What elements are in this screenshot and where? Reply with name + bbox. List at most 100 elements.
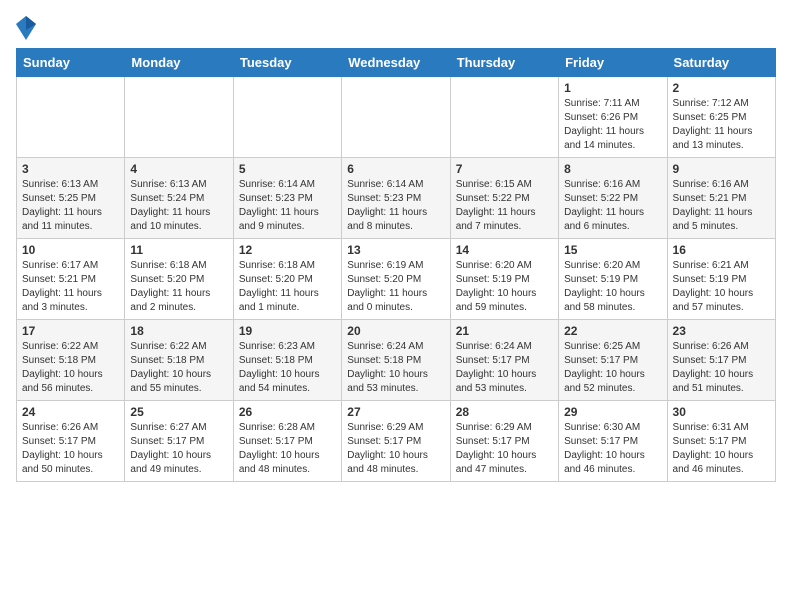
calendar-cell: 10 Sunrise: 6:17 AM Sunset: 5:21 PM Dayli… [17, 239, 125, 320]
weekday-header-thursday: Thursday [450, 49, 558, 77]
day-info: Sunrise: 6:15 AM Sunset: 5:22 PM Dayligh… [456, 178, 553, 234]
day-info: Sunrise: 6:24 AM Sunset: 5:18 PM Dayligh… [347, 340, 444, 396]
day-number: 6 [347, 162, 444, 176]
day-info: Sunrise: 7:12 AM Sunset: 6:25 PM Dayligh… [673, 97, 770, 153]
weekday-header-saturday: Saturday [667, 49, 775, 77]
calendar-cell: 30Sunrise: 6:31 AM Sunset: 5:17 PM Dayli… [667, 401, 775, 482]
day-info: Sunrise: 6:25 AM Sunset: 5:17 PM Dayligh… [564, 340, 661, 396]
day-info: Sunrise: 6:29 AM Sunset: 5:17 PM Dayligh… [456, 421, 553, 477]
calendar-cell: 5 Sunrise: 6:14 AM Sunset: 5:23 PM Daylig… [233, 158, 341, 239]
calendar-cell: 1 Sunrise: 7:11 AM Sunset: 6:26 PM Daylig… [559, 77, 667, 158]
day-number: 4 [130, 162, 227, 176]
day-number: 16 [673, 243, 770, 257]
day-number: 21 [456, 324, 553, 338]
day-info: Sunrise: 6:13 AM Sunset: 5:25 PM Dayligh… [22, 178, 119, 234]
day-number: 26 [239, 405, 336, 419]
calendar-cell: 4 Sunrise: 6:13 AM Sunset: 5:24 PM Daylig… [125, 158, 233, 239]
day-info: Sunrise: 6:24 AM Sunset: 5:17 PM Dayligh… [456, 340, 553, 396]
day-info: Sunrise: 6:18 AM Sunset: 5:20 PM Dayligh… [130, 259, 227, 315]
calendar-cell: 12 Sunrise: 6:18 AM Sunset: 5:20 PM Dayli… [233, 239, 341, 320]
day-number: 14 [456, 243, 553, 257]
calendar-table: SundayMondayTuesdayWednesdayThursdayFrid… [16, 48, 776, 482]
day-info: Sunrise: 6:27 AM Sunset: 5:17 PM Dayligh… [130, 421, 227, 477]
weekday-header-sunday: Sunday [17, 49, 125, 77]
calendar-cell: 26 Sunrise: 6:28 AM Sunset: 5:17 PM Dayli… [233, 401, 341, 482]
calendar-cell: 23Sunrise: 6:26 AM Sunset: 5:17 PM Dayli… [667, 320, 775, 401]
logo [16, 16, 40, 40]
calendar-cell [450, 77, 558, 158]
day-info: Sunrise: 6:14 AM Sunset: 5:23 PM Dayligh… [347, 178, 444, 234]
day-number: 22 [564, 324, 661, 338]
day-number: 17 [22, 324, 119, 338]
calendar-cell: 18Sunrise: 6:22 AM Sunset: 5:18 PM Dayli… [125, 320, 233, 401]
weekday-header-wednesday: Wednesday [342, 49, 450, 77]
calendar-cell: 19 Sunrise: 6:23 AM Sunset: 5:18 PM Dayli… [233, 320, 341, 401]
calendar-cell: 14 Sunrise: 6:20 AM Sunset: 5:19 PM Dayli… [450, 239, 558, 320]
day-number: 12 [239, 243, 336, 257]
day-info: Sunrise: 6:31 AM Sunset: 5:17 PM Dayligh… [673, 421, 770, 477]
day-number: 24 [22, 405, 119, 419]
day-number: 18 [130, 324, 227, 338]
day-info: Sunrise: 6:20 AM Sunset: 5:19 PM Dayligh… [564, 259, 661, 315]
calendar-cell: 20 Sunrise: 6:24 AM Sunset: 5:18 PM Dayli… [342, 320, 450, 401]
day-info: Sunrise: 6:23 AM Sunset: 5:18 PM Dayligh… [239, 340, 336, 396]
calendar-cell: 13 Sunrise: 6:19 AM Sunset: 5:20 PM Dayli… [342, 239, 450, 320]
day-number: 29 [564, 405, 661, 419]
logo-icon [16, 16, 36, 40]
day-number: 15 [564, 243, 661, 257]
day-number: 3 [22, 162, 119, 176]
calendar-cell: 16 Sunrise: 6:21 AM Sunset: 5:19 PM Dayli… [667, 239, 775, 320]
day-number: 13 [347, 243, 444, 257]
calendar-cell [342, 77, 450, 158]
day-info: Sunrise: 6:14 AM Sunset: 5:23 PM Dayligh… [239, 178, 336, 234]
day-number: 20 [347, 324, 444, 338]
calendar-cell [17, 77, 125, 158]
calendar-week-4: 17 Sunrise: 6:22 AM Sunset: 5:18 PM Dayli… [17, 320, 776, 401]
day-info: Sunrise: 6:18 AM Sunset: 5:20 PM Dayligh… [239, 259, 336, 315]
calendar-cell: 28 Sunrise: 6:29 AM Sunset: 5:17 PM Dayli… [450, 401, 558, 482]
day-number: 11 [130, 243, 227, 257]
day-info: Sunrise: 7:11 AM Sunset: 6:26 PM Dayligh… [564, 97, 661, 153]
calendar-cell: 29 Sunrise: 6:30 AM Sunset: 5:17 PM Dayli… [559, 401, 667, 482]
page-header [16, 16, 776, 40]
day-info: Sunrise: 6:28 AM Sunset: 5:17 PM Dayligh… [239, 421, 336, 477]
calendar-cell: 25Sunrise: 6:27 AM Sunset: 5:17 PM Dayli… [125, 401, 233, 482]
weekday-header-monday: Monday [125, 49, 233, 77]
day-number: 19 [239, 324, 336, 338]
calendar-cell: 24 Sunrise: 6:26 AM Sunset: 5:17 PM Dayli… [17, 401, 125, 482]
day-number: 27 [347, 405, 444, 419]
calendar-cell [125, 77, 233, 158]
calendar-cell: 7 Sunrise: 6:15 AM Sunset: 5:22 PM Daylig… [450, 158, 558, 239]
calendar-week-3: 10 Sunrise: 6:17 AM Sunset: 5:21 PM Dayli… [17, 239, 776, 320]
day-info: Sunrise: 6:29 AM Sunset: 5:17 PM Dayligh… [347, 421, 444, 477]
day-info: Sunrise: 6:13 AM Sunset: 5:24 PM Dayligh… [130, 178, 227, 234]
day-info: Sunrise: 6:26 AM Sunset: 5:17 PM Dayligh… [22, 421, 119, 477]
calendar-week-2: 3 Sunrise: 6:13 AM Sunset: 5:25 PM Daylig… [17, 158, 776, 239]
day-info: Sunrise: 6:16 AM Sunset: 5:21 PM Dayligh… [673, 178, 770, 234]
day-number: 10 [22, 243, 119, 257]
calendar-cell: 9Sunrise: 6:16 AM Sunset: 5:21 PM Daylig… [667, 158, 775, 239]
calendar-cell [233, 77, 341, 158]
day-number: 1 [564, 81, 661, 95]
calendar-cell: 27 Sunrise: 6:29 AM Sunset: 5:17 PM Dayli… [342, 401, 450, 482]
calendar-cell: 2 Sunrise: 7:12 AM Sunset: 6:25 PM Daylig… [667, 77, 775, 158]
calendar-cell: 22 Sunrise: 6:25 AM Sunset: 5:17 PM Dayli… [559, 320, 667, 401]
day-number: 28 [456, 405, 553, 419]
day-info: Sunrise: 6:22 AM Sunset: 5:18 PM Dayligh… [22, 340, 119, 396]
calendar-cell: 8Sunrise: 6:16 AM Sunset: 5:22 PM Daylig… [559, 158, 667, 239]
weekday-header-tuesday: Tuesday [233, 49, 341, 77]
calendar-cell: 6 Sunrise: 6:14 AM Sunset: 5:23 PM Daylig… [342, 158, 450, 239]
weekday-header-row: SundayMondayTuesdayWednesdayThursdayFrid… [17, 49, 776, 77]
calendar-week-1: 1 Sunrise: 7:11 AM Sunset: 6:26 PM Daylig… [17, 77, 776, 158]
day-number: 2 [673, 81, 770, 95]
day-info: Sunrise: 6:17 AM Sunset: 5:21 PM Dayligh… [22, 259, 119, 315]
day-info: Sunrise: 6:19 AM Sunset: 5:20 PM Dayligh… [347, 259, 444, 315]
day-number: 7 [456, 162, 553, 176]
day-number: 8 [564, 162, 661, 176]
day-info: Sunrise: 6:20 AM Sunset: 5:19 PM Dayligh… [456, 259, 553, 315]
calendar-cell: 17 Sunrise: 6:22 AM Sunset: 5:18 PM Dayli… [17, 320, 125, 401]
day-info: Sunrise: 6:21 AM Sunset: 5:19 PM Dayligh… [673, 259, 770, 315]
day-number: 5 [239, 162, 336, 176]
day-info: Sunrise: 6:30 AM Sunset: 5:17 PM Dayligh… [564, 421, 661, 477]
calendar-cell: 21 Sunrise: 6:24 AM Sunset: 5:17 PM Dayli… [450, 320, 558, 401]
